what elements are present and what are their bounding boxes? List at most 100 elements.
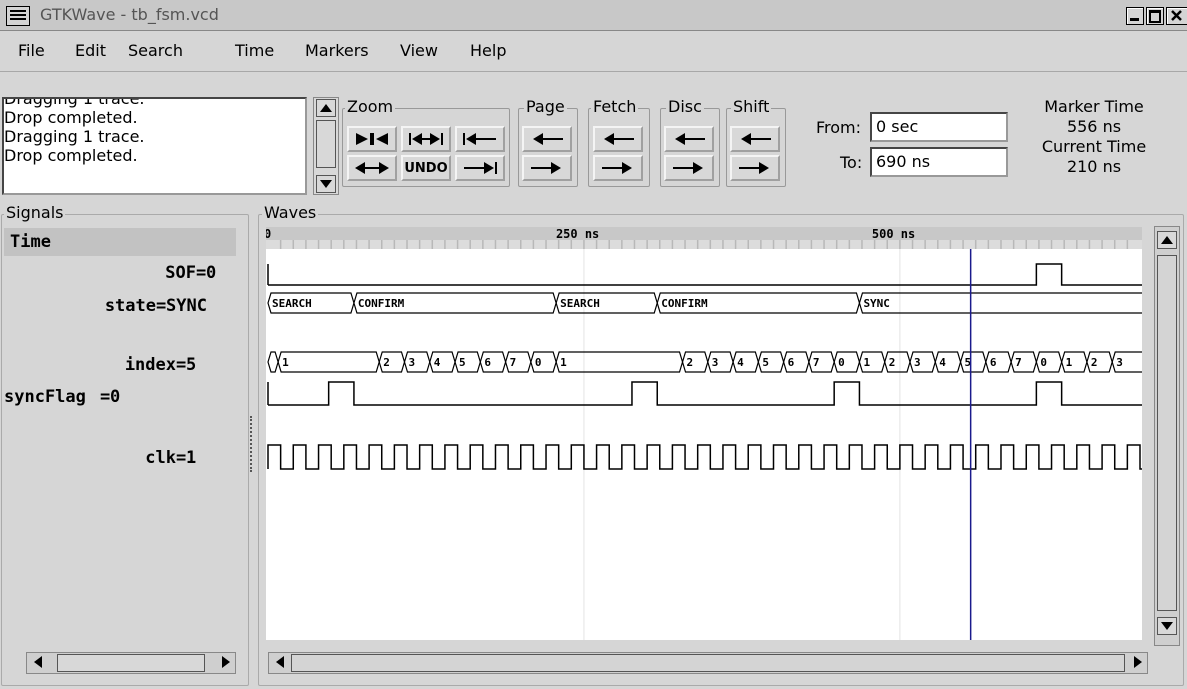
menu-edit[interactable]: Edit [75, 41, 106, 60]
index-wave-value: 6 [484, 356, 491, 369]
fetch-left-button[interactable] [593, 126, 643, 152]
zoom-start-icon [463, 133, 496, 145]
zoom-end-button[interactable] [455, 155, 505, 181]
arrow-left-icon [741, 133, 771, 145]
signal-value: 0 [206, 263, 217, 283]
scroll-right-icon[interactable] [1127, 654, 1145, 672]
index-wave-value: 4 [434, 356, 441, 369]
menu-search[interactable]: Search [128, 41, 183, 60]
index-wave-value: 3 [914, 356, 921, 369]
arrow-left-icon [604, 133, 634, 145]
status-scrollbar[interactable] [313, 97, 339, 195]
state-wave-value: CONFIRM [661, 297, 708, 310]
index-wave-value: 7 [1015, 356, 1022, 369]
index-wave-value: 4 [939, 356, 946, 369]
disc-left-button[interactable] [664, 126, 714, 152]
signal-name: state [104, 296, 156, 316]
index-wave-value: 1 [1066, 356, 1073, 369]
from-label: From: [816, 118, 862, 137]
signal-row-syncflag[interactable]: syncFlag = 0 [4, 383, 236, 411]
state-wave-segment [858, 292, 1142, 314]
current-time-value: 210 ns [1066, 157, 1122, 176]
signal-name: clk [145, 448, 176, 468]
index-wave-value: 3 [408, 356, 415, 369]
arrow-left-icon [675, 133, 705, 145]
scroll-up-icon[interactable] [1157, 231, 1177, 249]
zoom-end-icon [464, 162, 497, 174]
zoom-in-button[interactable] [401, 126, 451, 152]
signal-value: SYNC [166, 296, 207, 316]
scroll-down-icon[interactable] [1157, 617, 1177, 635]
status-scroll-thumb[interactable] [316, 120, 336, 168]
close-icon[interactable] [1166, 7, 1187, 25]
arrow-right-icon [531, 162, 561, 174]
title-bar[interactable]: GTKWave - tb_fsm.vcd [0, 0, 1187, 31]
marker-time-value: 556 ns [1066, 117, 1122, 136]
index-wave-value: 0 [1040, 356, 1047, 369]
signal-row-clk[interactable]: clk = 1 [4, 444, 236, 472]
page-right-button[interactable] [522, 155, 572, 181]
waves-scroll-thumb[interactable] [291, 654, 1125, 672]
signal-name: syncFlag [4, 387, 86, 407]
index-wave-value: 3 [712, 356, 719, 369]
signal-name: index [124, 355, 176, 375]
arrow-right-icon [602, 162, 632, 174]
zoom-label: Zoom [345, 97, 396, 116]
scroll-down-icon[interactable] [316, 175, 336, 193]
current-time-label: Current Time [1041, 137, 1147, 156]
scroll-left-icon[interactable] [271, 654, 289, 672]
menu-time[interactable]: Time [235, 41, 274, 60]
arrow-right-icon [739, 162, 769, 174]
maximize-icon[interactable] [1146, 7, 1164, 25]
signals-scroll-thumb[interactable] [57, 654, 205, 672]
clk-wave [267, 444, 1142, 470]
page-left-button[interactable] [522, 126, 572, 152]
waves-vscroll-thumb[interactable] [1157, 255, 1177, 611]
waveform-plot[interactable]: 0 250 ns 500 ns SEARCH CONFIRM SEARCH CONFIRM S… [266, 227, 1142, 640]
menu-view[interactable]: View [400, 41, 438, 60]
zoom-in-icon [409, 133, 443, 145]
waves-hscrollbar[interactable] [268, 652, 1148, 674]
signal-value: 5 [186, 355, 197, 375]
signals-list: Time SOF = 0 state = SYNC index = 5 sync… [4, 226, 236, 646]
tick-label: 250 ns [556, 227, 599, 241]
waves-vscrollbar[interactable] [1154, 226, 1180, 646]
shift-right-button[interactable] [730, 155, 780, 181]
signals-hscrollbar[interactable] [26, 652, 236, 674]
menu-markers[interactable]: Markers [305, 41, 369, 60]
scroll-right-icon[interactable] [215, 654, 233, 672]
syncflag-wave [268, 381, 1142, 406]
menu-help[interactable]: Help [470, 41, 506, 60]
signal-row-index[interactable]: index = 5 [4, 351, 236, 379]
scroll-left-icon[interactable] [29, 654, 47, 672]
window-menu-icon[interactable] [6, 6, 30, 26]
disc-right-button[interactable] [664, 155, 714, 181]
pane-divider-handle[interactable] [250, 416, 256, 472]
scroll-up-icon[interactable] [316, 99, 336, 117]
arrow-right-icon [673, 162, 703, 174]
marker-time-label: Marker Time [1044, 97, 1144, 116]
zoom-start-button[interactable] [455, 126, 505, 152]
signal-row-sof[interactable]: SOF = 0 [4, 259, 236, 287]
status-log: Dragging 1 trace. Drop completed. Draggi… [2, 97, 307, 195]
index-wave-value: 5 [762, 356, 769, 369]
index-wave-value: 2 [889, 356, 896, 369]
zoom-fit-button[interactable] [347, 126, 397, 152]
shift-left-button[interactable] [730, 126, 780, 152]
signal-row-time[interactable]: Time [4, 228, 236, 256]
to-time-input[interactable]: 690 ns [870, 147, 1008, 177]
waves-canvas[interactable]: 0 250 ns 500 ns SEARCH CONFIRM SEARCH CONFIRM S… [266, 227, 1142, 640]
menu-file[interactable]: File [18, 41, 45, 60]
signal-name: Time [10, 232, 51, 252]
index-wave-segment [555, 351, 684, 373]
index-wave-value: 7 [510, 356, 517, 369]
zoom-fit-icon [356, 133, 388, 145]
index-wave-value: 2 [1091, 356, 1098, 369]
fetch-right-button[interactable] [593, 155, 643, 181]
minimize-icon[interactable] [1126, 7, 1144, 25]
signal-row-state[interactable]: state = SYNC [4, 292, 236, 320]
from-time-input[interactable]: 0 sec [870, 112, 1008, 142]
undo-button[interactable]: UNDO [401, 155, 451, 181]
zoom-out-button[interactable] [347, 155, 397, 181]
arrow-left-icon [533, 133, 563, 145]
